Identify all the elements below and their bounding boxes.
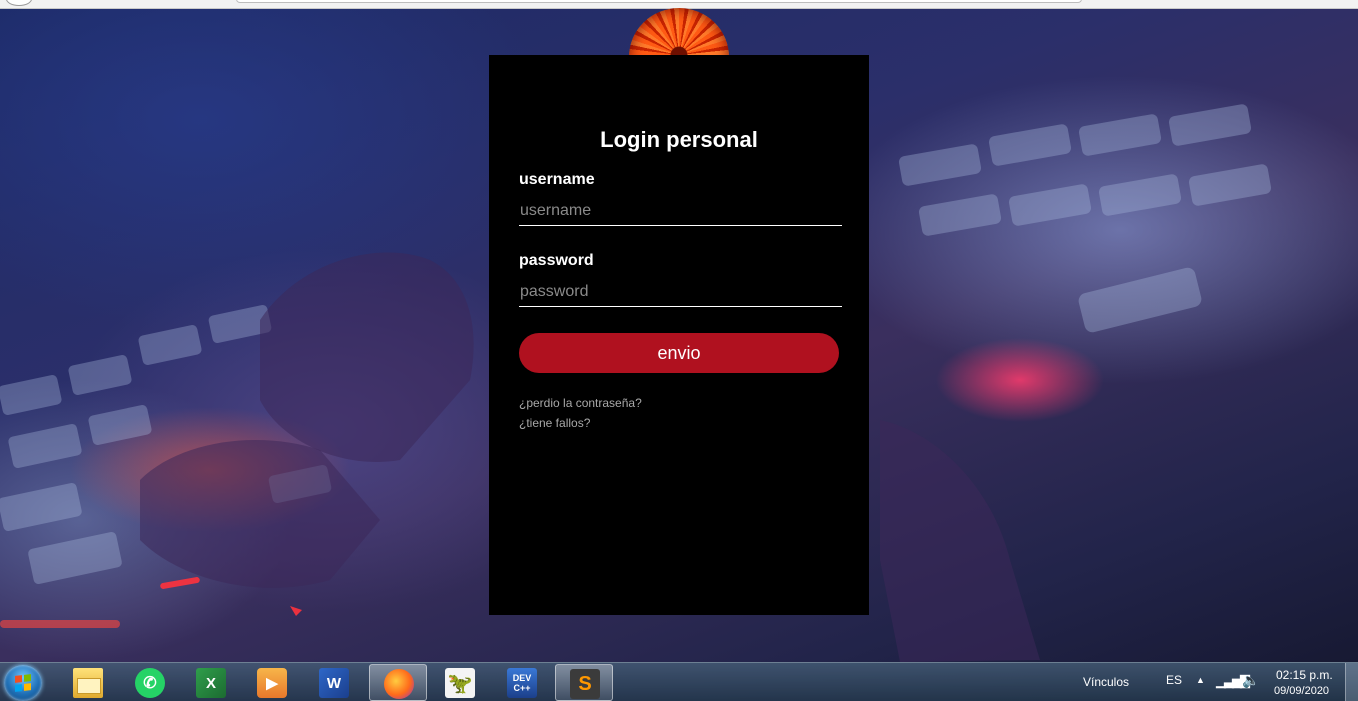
- taskbar-app-excel[interactable]: X: [182, 664, 240, 701]
- word-icon: W: [319, 668, 349, 698]
- whatsapp-icon: ✆: [135, 668, 165, 698]
- show-desktop-button[interactable]: [1345, 663, 1358, 701]
- desktop-screen: Login personal username password envio ¿…: [0, 0, 1358, 701]
- taskbar-app-devcpp[interactable]: DEV C++: [493, 664, 551, 701]
- media-player-icon: ▶: [257, 668, 287, 698]
- sublime-text-icon: S: [570, 669, 600, 699]
- forgot-password-link[interactable]: ¿perdio la contraseña?: [519, 396, 642, 410]
- username-label: username: [519, 171, 595, 188]
- username-input[interactable]: [519, 197, 842, 226]
- clock-date[interactable]: 09/09/2020: [1274, 685, 1329, 697]
- submit-button[interactable]: envio: [519, 333, 839, 373]
- windows-logo-icon: [15, 674, 31, 692]
- devcpp-icon: DEV C++: [507, 668, 537, 698]
- login-title: Login personal: [600, 127, 758, 152]
- taskbar-app-sublime[interactable]: S: [555, 664, 613, 701]
- folder-icon: [73, 668, 103, 698]
- language-indicator[interactable]: ES: [1166, 673, 1182, 687]
- taskbar-app-media-player[interactable]: ▶: [243, 664, 301, 701]
- volume-icon[interactable]: 🔈: [1242, 672, 1259, 689]
- taskbar-app-whatsapp[interactable]: ✆: [121, 664, 179, 701]
- devcpp-icon-top-text: DEV: [512, 673, 532, 683]
- taskbar-app-dinosaur[interactable]: 🦖: [431, 664, 489, 701]
- links-toolbar-label[interactable]: Vínculos: [1083, 675, 1129, 689]
- dinosaur-icon: 🦖: [445, 668, 475, 698]
- taskbar-app-firefox[interactable]: [369, 664, 427, 701]
- taskbar-app-explorer[interactable]: [59, 664, 117, 701]
- clock-time[interactable]: 02:15 p.m.: [1276, 668, 1333, 682]
- excel-icon: X: [196, 668, 226, 698]
- firefox-icon: [384, 669, 414, 699]
- devcpp-icon-bottom-text: C++: [513, 683, 531, 693]
- start-button[interactable]: [4, 665, 42, 701]
- report-issues-link[interactable]: ¿tiene fallos?: [519, 416, 590, 430]
- login-card: Login personal username password envio ¿…: [489, 55, 869, 615]
- windows-taskbar: ✆ X ▶ W 🦖 DEV C++ S Vínculos ES ▲ ▁▃▅▇ 🔈…: [0, 662, 1358, 701]
- password-label: password: [519, 252, 594, 269]
- taskbar-app-word[interactable]: W: [305, 664, 363, 701]
- show-hidden-icons-icon[interactable]: ▲: [1196, 675, 1205, 685]
- password-input[interactable]: [519, 278, 842, 307]
